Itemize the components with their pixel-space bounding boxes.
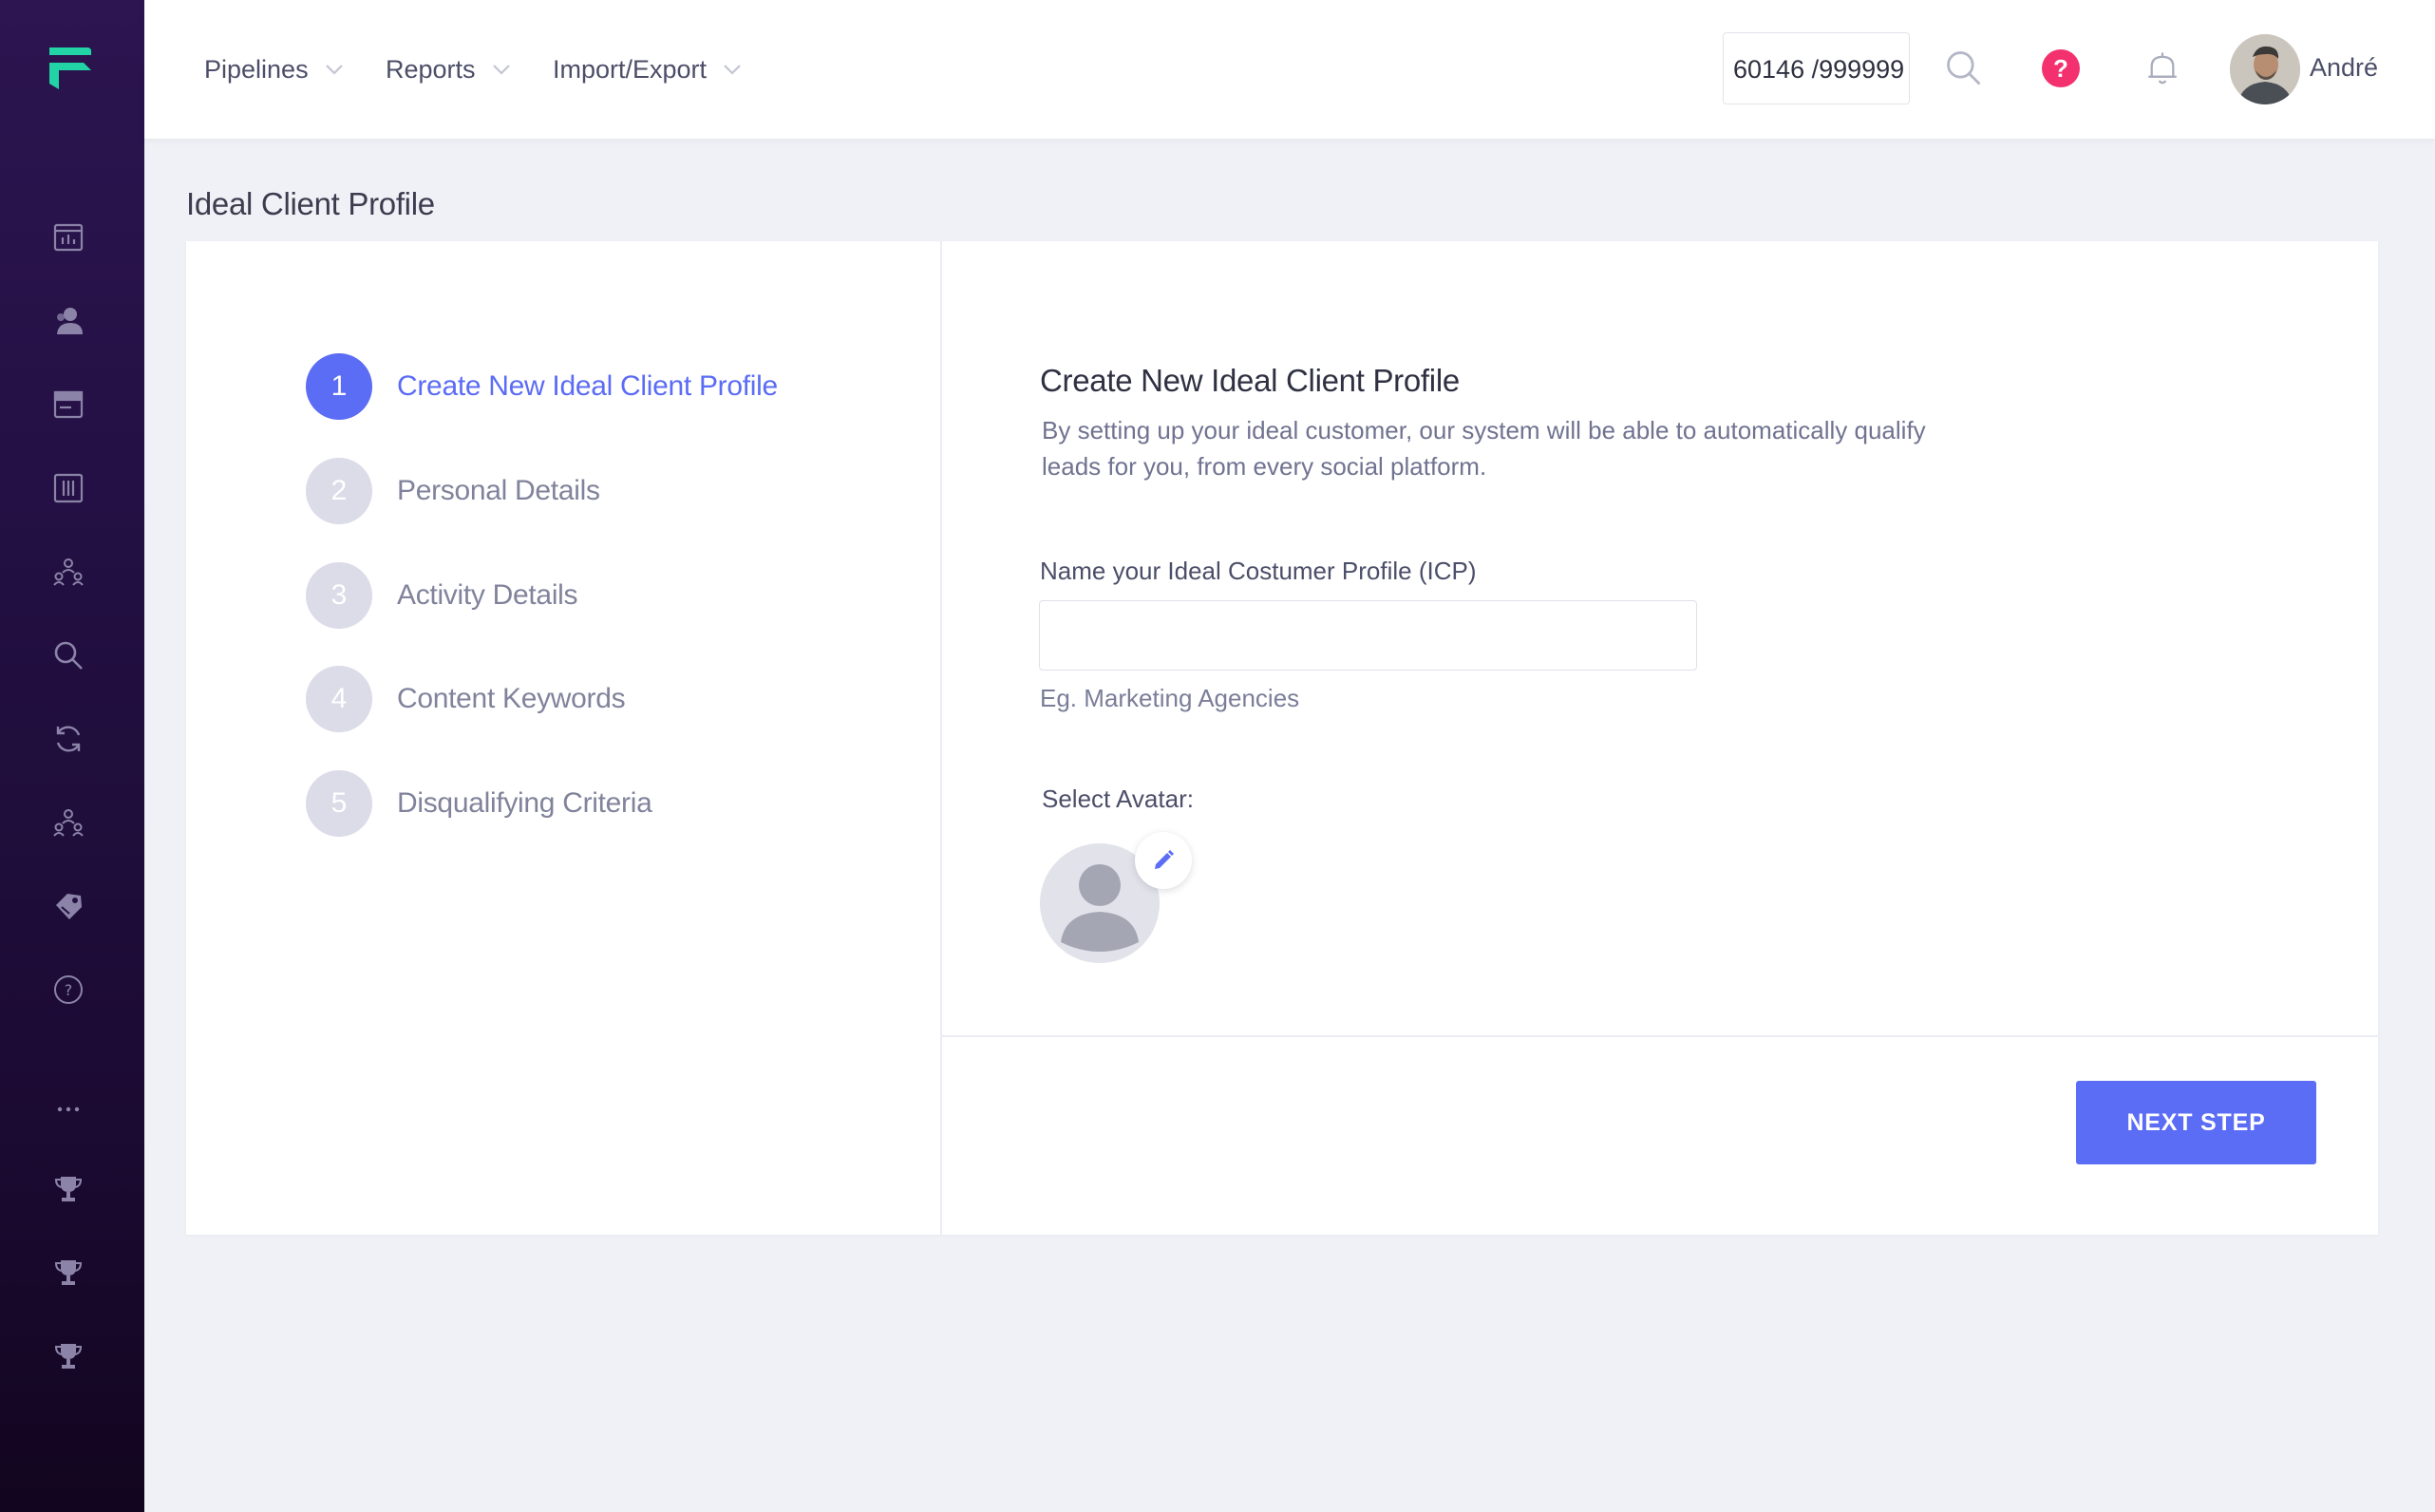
bell-icon[interactable]: [2141, 46, 2184, 91]
step-label: Create New Ideal Client Profile: [397, 370, 778, 402]
nav-pipelines-label: Pipelines: [204, 54, 309, 84]
more-icon[interactable]: [46, 1085, 91, 1130]
nav-reports-label: Reports: [386, 54, 476, 84]
nav-pipelines[interactable]: Pipelines: [204, 47, 345, 91]
browser-icon[interactable]: [46, 382, 91, 427]
nav-import-export[interactable]: Import/Export: [553, 47, 743, 91]
icp-name-label: Name your Ideal Costumer Profile (ICP): [1040, 557, 1477, 585]
step-number: 3: [306, 562, 372, 629]
nav-import-export-label: Import/Export: [553, 54, 708, 84]
help-badge: ?: [2042, 49, 2080, 87]
svg-text:?: ?: [65, 981, 73, 999]
board-icon[interactable]: [46, 465, 91, 511]
trophy-icon[interactable]: [46, 1333, 91, 1379]
step-number: 2: [306, 458, 372, 524]
step-3[interactable]: 3 Activity Details: [306, 562, 578, 629]
vertical-divider: [940, 241, 942, 1235]
step-5[interactable]: 5 Disqualifying Criteria: [306, 770, 652, 837]
edit-avatar-button[interactable]: [1135, 832, 1192, 889]
sync-icon[interactable]: [46, 716, 91, 762]
page-title: Ideal Client Profile: [186, 186, 435, 221]
left-sidebar: ?: [0, 0, 144, 1512]
horizontal-divider: [942, 1035, 2378, 1037]
trophy-icon[interactable]: [46, 1166, 91, 1212]
search-icon[interactable]: [46, 633, 91, 678]
step-label: Disqualifying Criteria: [397, 787, 652, 819]
network-icon[interactable]: [46, 800, 91, 845]
top-bar: Pipelines Reports Import/Export 60146 /9…: [144, 0, 2435, 139]
step-4[interactable]: 4 Content Keywords: [306, 666, 626, 732]
form-description: By setting up your ideal customer, our s…: [1042, 416, 1926, 481]
search-icon[interactable]: [1941, 46, 1987, 91]
trophy-icon[interactable]: [46, 1250, 91, 1295]
nav-reports[interactable]: Reports: [386, 47, 512, 91]
icp-name-hint: Eg. Marketing Agencies: [1040, 684, 1300, 712]
contacts-icon[interactable]: [46, 298, 91, 344]
step-label: Personal Details: [397, 475, 600, 506]
dashboard-icon[interactable]: [46, 215, 91, 260]
next-step-button[interactable]: NEXT STEP: [2076, 1081, 2316, 1164]
icp-name-input[interactable]: [1039, 600, 1697, 671]
step-2[interactable]: 2 Personal Details: [306, 458, 600, 524]
chevron-down-icon: [492, 65, 510, 75]
pencil-icon: [1155, 850, 1174, 869]
step-label: Activity Details: [397, 579, 578, 611]
team-icon[interactable]: [46, 549, 91, 595]
usage-counter[interactable]: 60146 /999999: [1723, 32, 1910, 104]
form-title: Create New Ideal Client Profile: [1040, 363, 1460, 398]
user-avatar[interactable]: [2230, 34, 2300, 104]
brand-logo[interactable]: [46, 46, 99, 93]
user-name[interactable]: André: [2310, 53, 2378, 83]
step-number: 4: [306, 666, 372, 732]
step-number: 1: [306, 353, 372, 420]
tickets-icon[interactable]: [46, 883, 91, 929]
step-number: 5: [306, 770, 372, 837]
help-button[interactable]: ?: [2042, 49, 2080, 87]
chevron-down-icon: [724, 65, 741, 75]
help-icon[interactable]: ?: [46, 967, 91, 1012]
avatar-label: Select Avatar:: [1042, 784, 1194, 813]
step-1[interactable]: 1 Create New Ideal Client Profile: [306, 353, 778, 420]
step-label: Content Keywords: [397, 683, 626, 714]
chevron-down-icon: [325, 65, 343, 75]
